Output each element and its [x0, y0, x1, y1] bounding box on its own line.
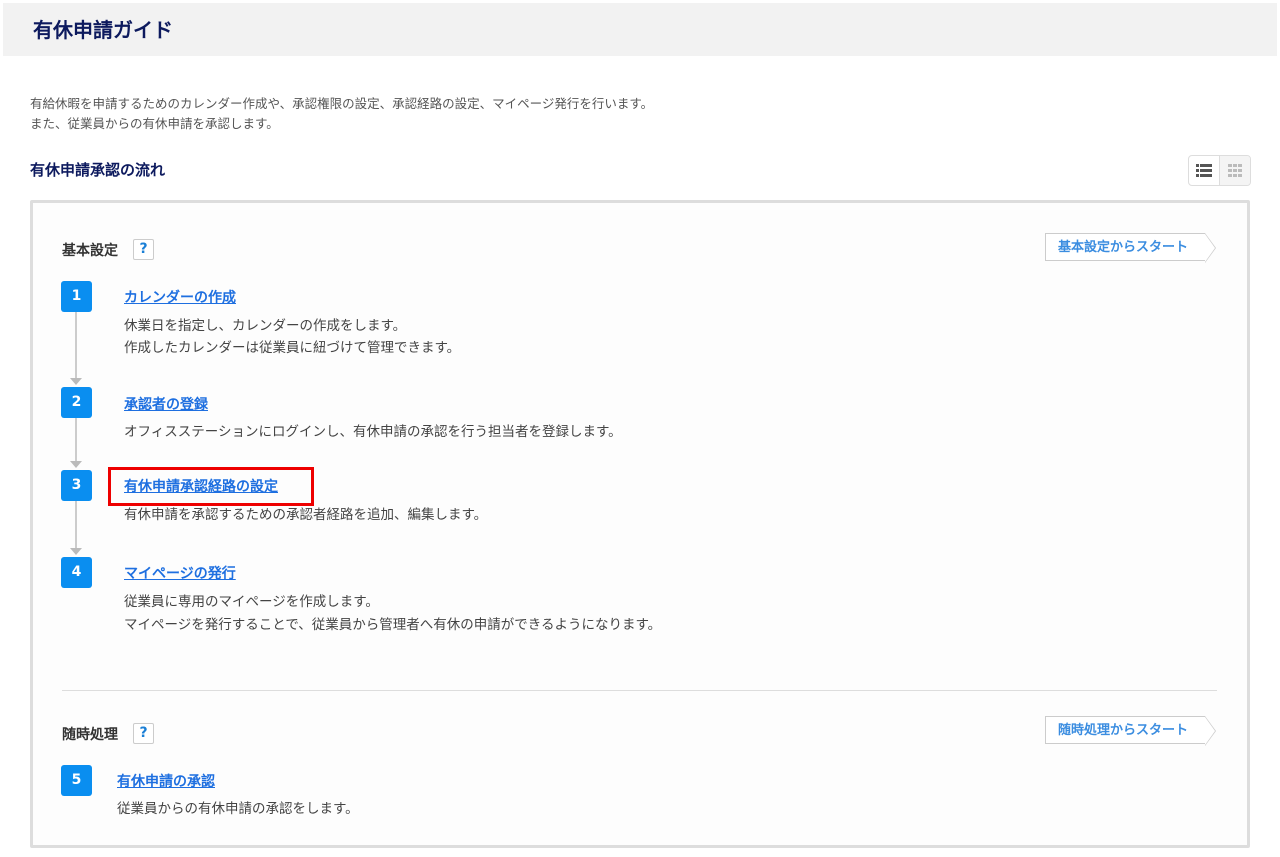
step-desc: マイページを発行することで、従業員から管理者へ有休の申請ができるようになります。 [124, 617, 662, 633]
view-toggle [1188, 155, 1251, 186]
step-badge-4: 4 [61, 557, 92, 588]
group-label-adhoc: 随時処理 [62, 727, 118, 743]
step-desc: 従業員からの有休申請の承認をします。 [117, 801, 359, 817]
step-badge-1: 1 [61, 281, 92, 312]
help-button-basic[interactable]: ? [133, 239, 154, 260]
intro-line-1: 有給休暇を申請するためのカレンダー作成や、承認権限の設定、承認経路の設定、マイペ… [30, 96, 654, 111]
step-link-approver[interactable]: 承認者の登録 [124, 394, 208, 414]
group-label-basic: 基本設定 [62, 243, 118, 259]
step-badge-3: 3 [61, 470, 92, 501]
step-link-route[interactable]: 有休申請承認経路の設定 [124, 476, 278, 496]
section-title: 有休申請承認の流れ [30, 161, 166, 179]
step-desc: 従業員に専用のマイページを作成します。 [124, 594, 379, 610]
arrow-down-icon [70, 548, 82, 555]
arrow-down-icon [70, 378, 82, 385]
start-adhoc-button[interactable]: 随時処理からスタート [1045, 716, 1216, 746]
step-link-calendar[interactable]: カレンダーの作成 [124, 287, 236, 307]
intro-line-2: また、従業員からの有休申請を承認します。 [30, 116, 279, 131]
help-button-adhoc[interactable]: ? [133, 723, 154, 744]
grid-view-button[interactable] [1219, 156, 1250, 185]
grid-icon [1227, 164, 1242, 177]
step-desc: 作成したカレンダーは従業員に紐づけて管理できます。 [124, 340, 461, 356]
step-desc: 有休申請を承認するための承認者経路を追加、編集します。 [124, 507, 488, 523]
step-link-approve[interactable]: 有休申請の承認 [117, 771, 215, 791]
list-view-button[interactable] [1189, 156, 1219, 185]
page-title: 有休申請ガイド [33, 18, 173, 42]
start-basic-button[interactable]: 基本設定からスタート [1045, 233, 1216, 263]
step-badge-2: 2 [61, 387, 92, 418]
connector-line [75, 417, 77, 461]
step-badge-5: 5 [61, 765, 92, 796]
step-desc: 休業日を指定し、カレンダーの作成をします。 [124, 318, 407, 334]
connector-line [75, 311, 77, 378]
step-link-mypage[interactable]: マイページの発行 [124, 563, 236, 583]
arrow-down-icon [70, 461, 82, 468]
connector-line [75, 500, 77, 548]
page-header [3, 3, 1277, 56]
list-icon [1196, 164, 1212, 177]
step-desc: オフィスステーションにログインし、有休申請の承認を行う担当者を登録します。 [124, 424, 622, 440]
divider [62, 690, 1217, 691]
